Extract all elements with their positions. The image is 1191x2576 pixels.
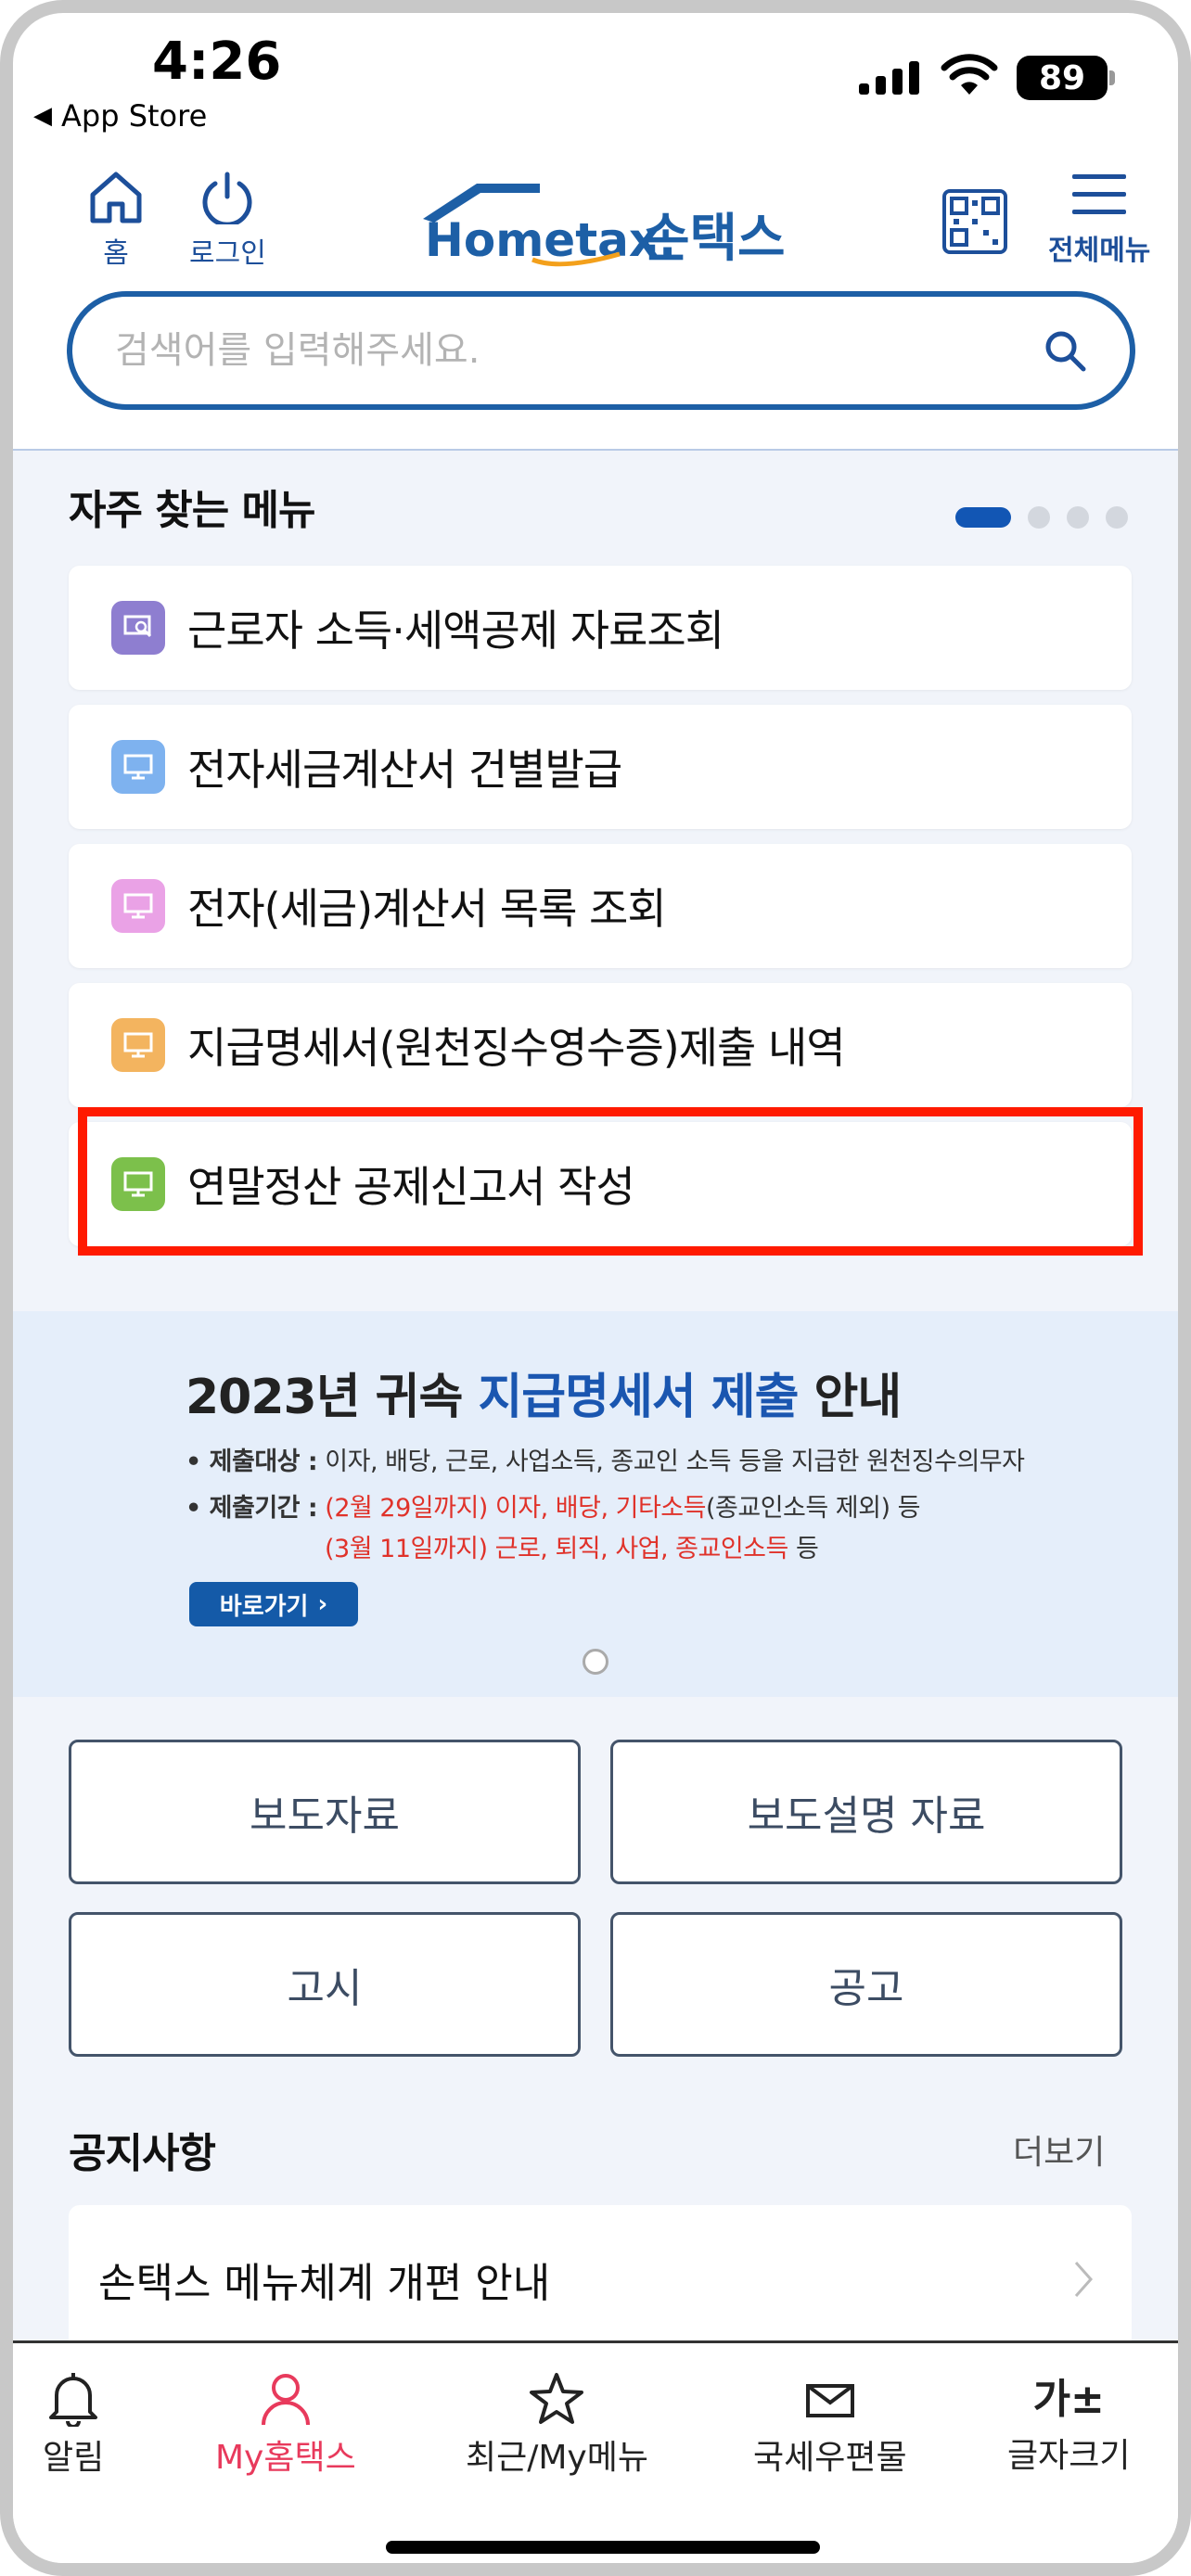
hometax-logo[interactable]: Hometax. 손택스: [421, 180, 801, 273]
back-triangle-icon: ◀: [33, 102, 52, 130]
press-release-button[interactable]: 보도자료: [69, 1740, 581, 1884]
tab-label: 국세우편물: [753, 2439, 907, 2477]
pager-dot-active[interactable]: [955, 507, 1011, 528]
favorite-item-e-tax-invoice-issue[interactable]: 전자세금계산서 건별발급: [69, 705, 1132, 829]
monitor-icon: [111, 879, 165, 933]
tab-alerts[interactable]: 알림: [43, 2371, 104, 2479]
tab-label: 알림: [43, 2439, 105, 2477]
hamburger-icon: [1072, 174, 1127, 227]
phone-screen: 4:26 ◀ App Store 89 홈 로그인 Hometax. 손택스 전…: [0, 0, 1191, 2576]
favorite-item-label: 전자세금계산서 건별발급: [187, 745, 622, 795]
person-icon: [261, 2374, 310, 2426]
notice-item[interactable]: 손택스 메뉴체계 개편 안내: [69, 2205, 1132, 2353]
go-button[interactable]: 바로가기 ›: [189, 1582, 358, 1626]
banner-title-prefix: 2023년 귀속: [186, 1370, 479, 1425]
login-button[interactable]: 로그인: [189, 171, 266, 271]
banner-period-label: • 제출기간 :: [186, 1494, 318, 1523]
tab-my-hometax[interactable]: My홈택스: [215, 2371, 356, 2479]
cellular-signal-icon: [859, 57, 919, 95]
chevron-right-icon: [1074, 2262, 1094, 2297]
tab-label: 최근/My메뉴: [466, 2439, 648, 2477]
all-menu-label: 전체메뉴: [1048, 235, 1151, 267]
bell-icon: [49, 2373, 98, 2427]
home-icon: [90, 172, 142, 223]
banner-target-line: • 제출대상 : 이자, 배당, 근로, 사업소득, 종교인 소득 등을 지급한…: [186, 1441, 1025, 1477]
banner-period-red2: (3월 11일까지) 근로, 퇴직, 사업, 종교인소득: [325, 1535, 788, 1563]
search-document-icon: [111, 601, 165, 655]
highlight-box: [78, 1107, 1143, 1256]
bottom-tab-bar: 알림 My홈택스 최근/My메뉴 국세우편물 가± 글자크기: [13, 2340, 1178, 2563]
home-label: 홈: [103, 237, 129, 270]
banner-pager-dot[interactable]: [583, 1649, 608, 1675]
notice-item-label: 손택스 메뉴체계 개편 안내: [98, 2260, 551, 2307]
back-to-app-store[interactable]: ◀ App Store: [33, 98, 207, 134]
pager-dot[interactable]: [1067, 506, 1089, 529]
favorite-item-label: 전자(세금)계산서 목록 조회: [187, 884, 667, 934]
back-app-label: App Store: [61, 98, 208, 134]
banner-target-label: • 제출대상 :: [186, 1447, 318, 1476]
go-button-label: 바로가기: [219, 1592, 309, 1621]
banner-title-suffix: 안내: [798, 1370, 903, 1425]
qr-code-button[interactable]: [942, 189, 1007, 254]
tab-label: 글자크기: [1007, 2437, 1131, 2475]
favorite-item-payment-statement-history[interactable]: 지급명세서(원천징수영수증)제출 내역: [69, 983, 1132, 1107]
tab-label: My홈택스: [215, 2439, 356, 2477]
favorite-item-label: 근로자 소득·세액공제 자료조회: [187, 606, 724, 656]
banner-period-line: • 제출기간 : (2월 29일까지) 이자, 배당, 기타소득(종교인소득 제…: [186, 1487, 920, 1524]
mail-icon: [805, 2384, 854, 2417]
banner-target-text: 이자, 배당, 근로, 사업소득, 종교인 소득 등을 지급한 원천징수의무자: [317, 1447, 1025, 1476]
favorite-item-invoice-list[interactable]: 전자(세금)계산서 목록 조회: [69, 844, 1132, 968]
announcement-button[interactable]: 공고: [610, 1912, 1122, 2057]
favorites-pager[interactable]: [955, 506, 1128, 529]
wifi-icon: [941, 54, 998, 95]
banner-period-line-2: (3월 11일까지) 근로, 퇴직, 사업, 종교인소득 등: [325, 1528, 819, 1564]
banner-title-highlight: 지급명세서 제출: [478, 1370, 799, 1425]
chevron-right-icon: ›: [317, 1590, 328, 1618]
font-size-icon: 가±: [1032, 2376, 1105, 2423]
press-explanation-button[interactable]: 보도설명 자료: [610, 1740, 1122, 1884]
logo-text: Hometax.: [425, 213, 676, 267]
search-icon[interactable]: [1043, 328, 1087, 373]
status-time: 4:26: [152, 32, 282, 92]
search-bar[interactable]: [67, 291, 1135, 410]
qr-code-icon: [950, 197, 1000, 247]
home-button[interactable]: 홈: [87, 171, 145, 271]
more-link[interactable]: 더보기: [1013, 2125, 1105, 2174]
notification-button[interactable]: 고시: [69, 1912, 581, 2057]
banner-period-text2: 등: [788, 1535, 819, 1563]
banner-title: 2023년 귀속 지급명세서 제출 안내: [186, 1358, 903, 1427]
banner-period-text1: (종교인소득 제외) 등: [705, 1494, 920, 1523]
monitor-icon: [111, 1018, 165, 1072]
monitor-icon: [111, 740, 165, 794]
tab-recent-my-menu[interactable]: 최근/My메뉴: [466, 2371, 648, 2479]
battery-tip: [1109, 70, 1115, 85]
banner-period-red1: (2월 29일까지) 이자, 배당, 기타소득: [317, 1494, 706, 1523]
tab-font-size[interactable]: 가± 글자크기: [1007, 2371, 1130, 2477]
all-menu-button[interactable]: 전체메뉴: [1048, 174, 1150, 268]
home-indicator[interactable]: [386, 2541, 820, 2554]
favorites-title: 자주 찾는 메뉴: [69, 487, 316, 534]
battery-indicator: 89: [1017, 56, 1108, 100]
pager-dot[interactable]: [1106, 506, 1128, 529]
notice-title: 공지사항: [69, 2130, 216, 2177]
star-icon: [530, 2373, 584, 2424]
logo-korean: 손택스: [642, 209, 786, 269]
tab-tax-mail[interactable]: 국세우편물: [753, 2371, 907, 2479]
favorite-item-label: 지급명세서(원천징수영수증)제출 내역: [187, 1023, 846, 1073]
favorite-item-income-deduction[interactable]: 근로자 소득·세액공제 자료조회: [69, 566, 1132, 690]
pager-dot[interactable]: [1028, 506, 1050, 529]
login-label: 로그인: [189, 237, 266, 270]
notice-banner[interactable]: 2023년 귀속 지급명세서 제출 안내 • 제출대상 : 이자, 배당, 근로…: [13, 1311, 1178, 1697]
power-icon: [202, 172, 252, 224]
search-input[interactable]: [115, 329, 950, 372]
